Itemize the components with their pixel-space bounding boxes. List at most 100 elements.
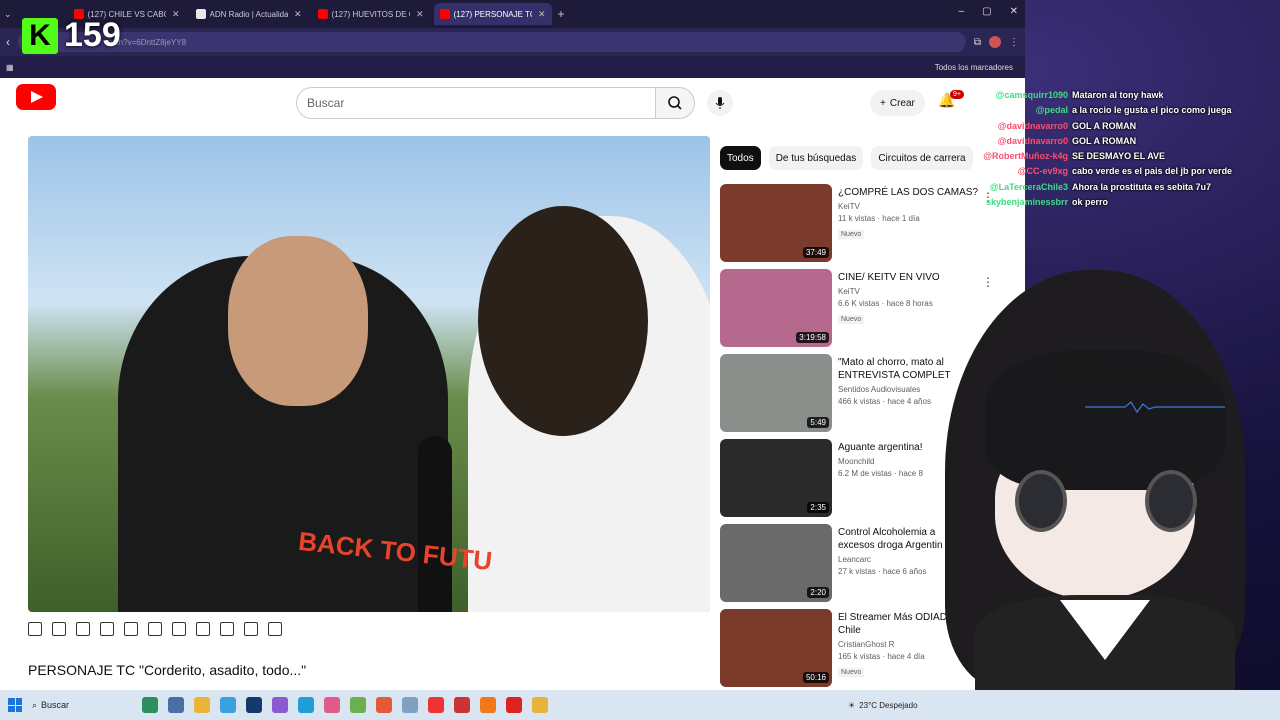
app-icon[interactable] (454, 697, 470, 713)
app-icon[interactable] (272, 697, 288, 713)
new-badge: Nuevo (838, 230, 865, 239)
add-icon[interactable] (196, 622, 210, 636)
create-button[interactable]: + Crear (870, 90, 925, 116)
video-thumbnail[interactable]: 50:16 (720, 609, 832, 687)
video-thumbnail[interactable]: 5:49 (720, 354, 832, 432)
apps-icon[interactable]: ▦ (6, 63, 14, 72)
chat-username: @pedaI (1035, 105, 1068, 116)
windows-taskbar: ⌕ Buscar ☀ 23°C Despejado (0, 690, 1280, 720)
crop-icon[interactable] (124, 622, 138, 636)
close-icon[interactable]: ✕ (1010, 6, 1018, 17)
chat-text: GOL A ROMAN (1072, 120, 1137, 131)
voice-search-button[interactable] (707, 90, 733, 116)
window-controls: – ▢ ✕ (959, 6, 1018, 17)
menu-icon[interactable]: ⋮ (1009, 37, 1019, 48)
search-input[interactable]: Buscar (296, 87, 656, 119)
chrome-icon[interactable] (428, 697, 444, 713)
weather-text: 23°C Despejado (859, 700, 918, 710)
app-icon[interactable] (480, 697, 496, 713)
viewer-count: 159 (64, 16, 121, 54)
chat-message: @davidnavarro0 GOL A ROMAN (960, 119, 1280, 134)
chat-text: Ahora la prostituta es sebita 7u7 (1072, 181, 1212, 192)
app-icon[interactable] (376, 697, 392, 713)
task-view-icon[interactable] (168, 697, 184, 713)
clapper-icon[interactable] (100, 622, 114, 636)
youtube-logo[interactable] (16, 84, 56, 110)
tab-close-icon[interactable]: ✕ (538, 9, 546, 20)
tab-close-icon[interactable]: ✕ (416, 9, 424, 20)
app-icon[interactable] (350, 697, 366, 713)
bookmarks-bar: ▦ Todos los marcadores (0, 56, 1025, 78)
profile-icon[interactable] (989, 36, 1001, 48)
minimize-icon[interactable]: – (959, 6, 965, 17)
search-button[interactable] (655, 87, 695, 119)
theater-icon[interactable] (148, 622, 162, 636)
filter-icon[interactable] (244, 622, 258, 636)
tab-menu-icon[interactable]: ⌄ (4, 9, 12, 20)
filter-chip[interactable]: De tus búsquedas (768, 146, 864, 170)
extension-toolbar (28, 622, 282, 636)
video-duration: 50:16 (802, 672, 829, 683)
video-thumbnail[interactable]: 37:49 (720, 184, 832, 262)
video-thumbnail[interactable]: 3:19:58 (720, 269, 832, 347)
start-button[interactable] (8, 698, 22, 712)
chat-message: @LaTerceraChile3 Ahora la prostituta es s… (960, 180, 1280, 195)
address-bar: ‹ atch?v=6DnttZ8jeYY8 ⧉ ⋮ (0, 28, 1025, 56)
new-tab-icon[interactable]: + (558, 7, 565, 21)
taskbar-search[interactable]: ⌕ Buscar (32, 700, 132, 711)
taskbar-search-label: Buscar (41, 700, 70, 710)
avatar-eye-left (1015, 470, 1067, 532)
filter-chip[interactable]: Todos (720, 146, 761, 170)
url-field[interactable]: atch?v=6DnttZ8jeYY8 (18, 32, 966, 52)
browser-icon[interactable] (298, 697, 314, 713)
heartbeat-icon (1085, 401, 1225, 414)
microphone-icon (715, 97, 725, 109)
chat-username: @camsquirr1090 (995, 90, 1068, 100)
tab-favicon-icon (195, 9, 206, 19)
tab-close-icon[interactable]: ✕ (172, 9, 180, 20)
weather-widget[interactable]: ☀ 23°C Despejado (848, 701, 918, 710)
tab-favicon-icon (439, 9, 450, 19)
video-thumbnail[interactable]: 2:35 (720, 439, 832, 517)
tab-favicon-icon (317, 9, 328, 19)
app-icon[interactable] (532, 697, 548, 713)
screenshot-icon[interactable] (76, 622, 90, 636)
file-explorer-icon[interactable] (194, 697, 210, 713)
extensions-icon[interactable]: ⧉ (974, 37, 981, 48)
chat-message: skybenjaminessbrr ok perro (960, 195, 1280, 210)
avatar-eye-right (1145, 470, 1197, 532)
maximize-icon[interactable]: ▢ (982, 6, 991, 17)
tab-label: (127) PERSONAJE TC "Cord (453, 9, 532, 19)
kick-viewer-counter: K 159 (22, 16, 121, 55)
all-bookmarks[interactable]: Todos los marcadores (935, 63, 1013, 72)
video-title: PERSONAJE TC "Corderito, asadito, todo..… (28, 662, 307, 678)
chat-username: @LaTerceraChile3 (989, 181, 1068, 192)
edge-icon[interactable] (220, 697, 236, 713)
speed-icon[interactable] (172, 622, 186, 636)
chat-username: @davidnavarro0 (997, 120, 1068, 131)
video-microphone (418, 436, 452, 612)
plus-icon: + (880, 97, 886, 109)
app-icon[interactable] (324, 697, 340, 713)
video-thumbnail[interactable]: 2:20 (720, 524, 832, 602)
stream-chat-overlay: @camsquirr1090 Mataron al tony hawk @pedaI… (960, 88, 1280, 210)
browser-tab[interactable]: (127) PERSONAJE TC "Cord ✕ (433, 3, 552, 25)
tab-close-icon[interactable]: ✕ (294, 9, 302, 20)
filter-chip[interactable]: Circuitos de carrera (871, 146, 973, 170)
browser-tab[interactable]: ADN Radio | Actualidad, depor ✕ (190, 3, 308, 25)
audio-icon[interactable] (52, 622, 66, 636)
vscode-icon[interactable] (246, 697, 262, 713)
app-icon[interactable] (402, 697, 418, 713)
camera-icon[interactable] (220, 622, 234, 636)
chat-message: @camsquirr1090 Mataron al tony hawk (960, 88, 1280, 103)
video-player[interactable]: BACK TO FUTU (28, 136, 710, 612)
app-widget-icon[interactable] (142, 697, 158, 713)
chat-text: SE DESMAYO EL AVE (1072, 151, 1166, 162)
browser-tab[interactable]: (127) HUEVITOS DE CHOCO ✕ (312, 3, 430, 25)
settings-gear-icon[interactable] (268, 622, 282, 636)
back-icon[interactable]: ‹ (6, 35, 10, 49)
opera-icon[interactable] (506, 697, 522, 713)
search-icon (668, 96, 682, 110)
loop-icon[interactable] (28, 622, 42, 636)
video-duration: 37:49 (802, 247, 829, 258)
